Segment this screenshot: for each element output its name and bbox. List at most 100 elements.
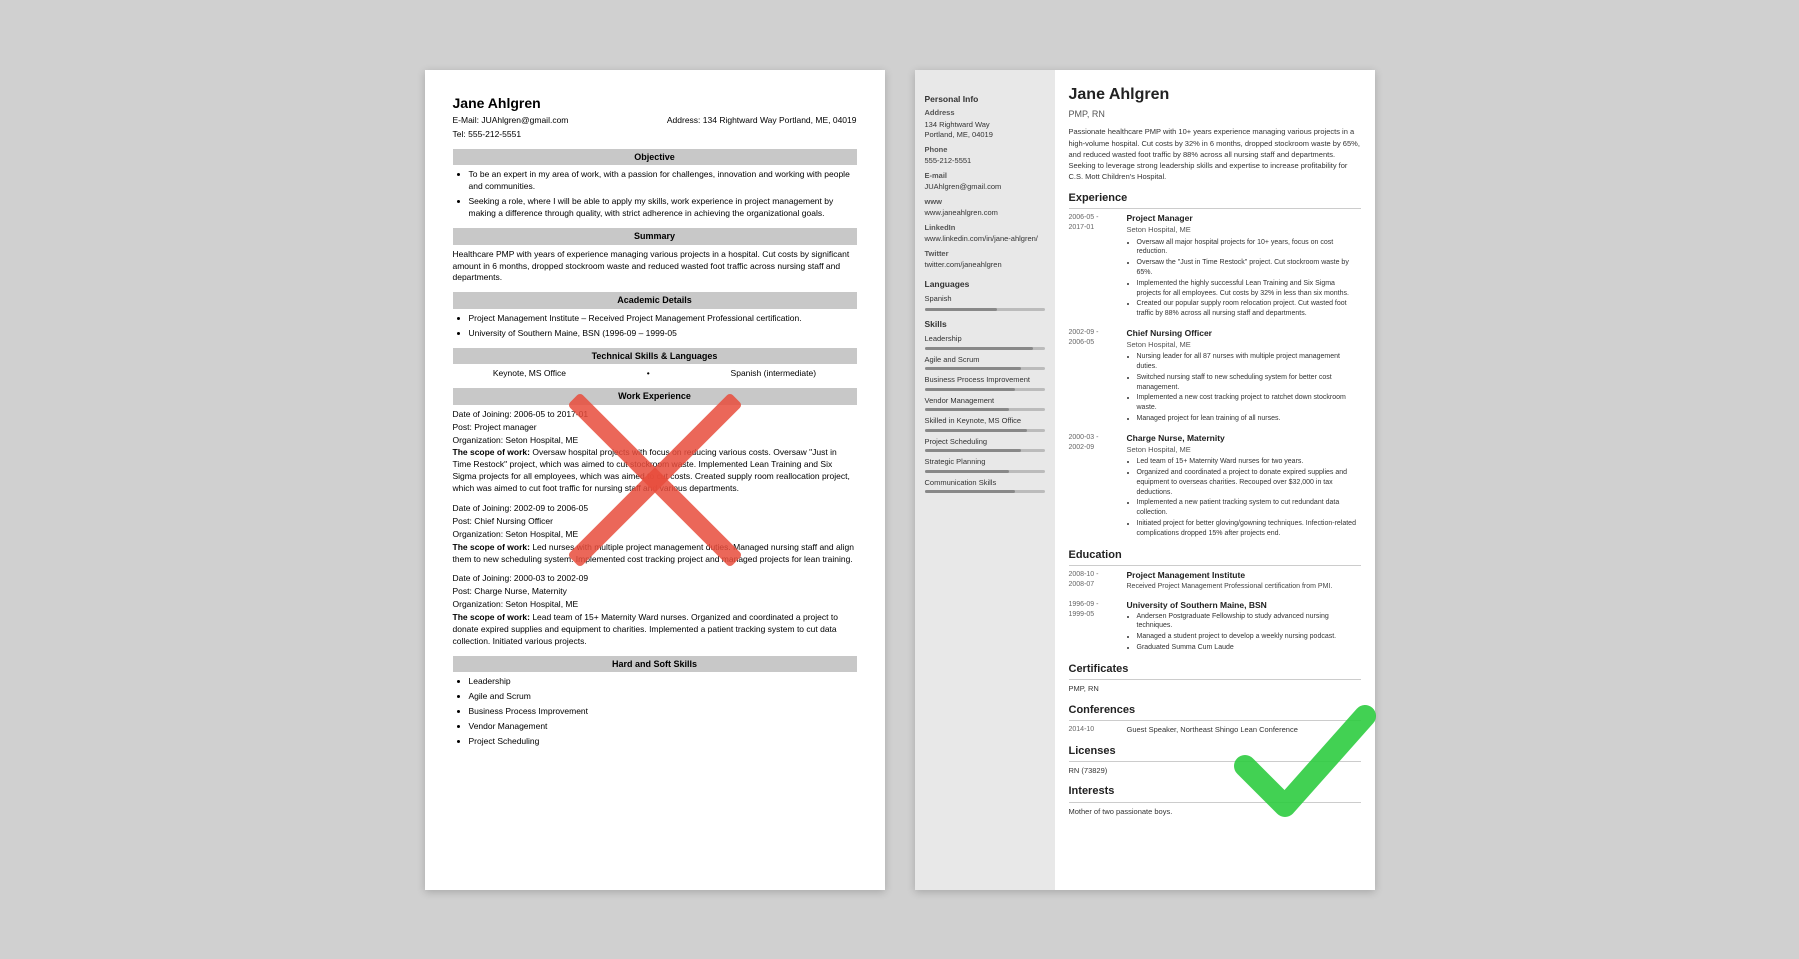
address-label: Address xyxy=(925,108,1045,119)
sidebar-language: Spanish xyxy=(925,294,1045,305)
language-bar-bg xyxy=(925,308,1045,311)
interests-value: Mother of two passionate boys. xyxy=(1069,807,1361,818)
left-skills-left: Keynote, MS Office xyxy=(493,368,566,380)
edu-body: University of Southern Maine, BSN Anders… xyxy=(1127,600,1361,654)
left-job-2: Date of Joining: 2002-09 to 2006-05 Post… xyxy=(453,503,857,565)
language-bar xyxy=(925,308,1045,311)
skill-name: Communication Skills xyxy=(925,478,1045,489)
skill-bar-bg xyxy=(925,449,1045,452)
conferences-title: Conferences xyxy=(1069,703,1361,721)
linkedin-label: LinkedIn xyxy=(925,223,1045,234)
job-post: Post: Charge Nurse, Maternity xyxy=(453,586,857,598)
sidebar-email: JUAhlgren@gmail.com xyxy=(925,182,1045,193)
left-email: E-Mail: JUAhlgren@gmail.com xyxy=(453,115,569,127)
job-org: Organization: Seton Hospital, ME xyxy=(453,435,857,447)
skill-name: Business Process Improvement xyxy=(925,375,1045,386)
job-body: Charge Nurse, Maternity Seton Hospital, … xyxy=(1127,433,1361,540)
edu-school: University of Southern Maine, BSN xyxy=(1127,600,1361,612)
sidebar-phone: 555-212-5551 xyxy=(925,156,1045,167)
skill-name: Project Scheduling xyxy=(925,437,1045,448)
experience-title: Experience xyxy=(1069,191,1361,209)
bullet-item: Oversaw all major hospital projects for … xyxy=(1137,238,1361,258)
right-job-3: 2000-03 - 2002-09 Charge Nurse, Maternit… xyxy=(1069,433,1361,540)
skill-bar-fill xyxy=(925,449,1021,452)
job-dates: 2000-03 - 2002-09 xyxy=(1069,433,1119,540)
job-org: Seton Hospital, ME xyxy=(1127,340,1361,351)
left-job-3: Date of Joining: 2000-03 to 2002-09 Post… xyxy=(453,573,857,647)
right-edu-1: 2008-10 - 2008-07 Project Management Ins… xyxy=(1069,570,1361,592)
left-hardskills-list: Leadership Agile and Scrum Business Proc… xyxy=(453,676,857,747)
left-hardskills-header: Hard and Soft Skills xyxy=(453,656,857,673)
www-label: www xyxy=(925,197,1045,208)
job-date: Date of Joining: 2006-05 to 2017-01 xyxy=(453,409,857,421)
left-summary-header: Summary xyxy=(453,228,857,245)
right-sidebar: Personal Info Address 134 Rightward WayP… xyxy=(915,70,1055,890)
job-org: Seton Hospital, ME xyxy=(1127,225,1361,236)
right-edu-2: 1996-09 - 1999-05 University of Southern… xyxy=(1069,600,1361,654)
skill-bar-bg xyxy=(925,490,1045,493)
bullet-item: Organized and coordinated a project to d… xyxy=(1137,468,1361,497)
conf-text: Guest Speaker, Northeast Shingo Lean Con… xyxy=(1127,725,1298,736)
skill-bar-fill xyxy=(925,429,1027,432)
skill-vendor: Vendor Management xyxy=(925,396,1045,412)
skill-name: Strategic Planning xyxy=(925,457,1045,468)
bullet-item: Graduated Summa Cum Laude xyxy=(1137,643,1361,653)
bullet-item: Switched nursing staff to new scheduling… xyxy=(1137,373,1361,393)
certificates-title: Certificates xyxy=(1069,662,1361,680)
list-item: Business Process Improvement xyxy=(469,706,857,718)
skill-leadership: Leadership xyxy=(925,334,1045,350)
bullet-item: Led team of 15+ Maternity Ward nurses fo… xyxy=(1137,457,1361,467)
left-academic-header: Academic Details xyxy=(453,292,857,309)
left-tel: Tel: 555-212-5551 xyxy=(453,129,857,141)
left-job-1: Date of Joining: 2006-05 to 2017-01 Post… xyxy=(453,409,857,495)
job-date: Date of Joining: 2002-09 to 2006-05 xyxy=(453,503,857,515)
skills-title: Skills xyxy=(925,319,1045,331)
sidebar-linkedin: www.linkedin.com/in/jane-ahlgren/ xyxy=(925,234,1045,245)
job-scope: The scope of work: Lead team of 15+ Mate… xyxy=(453,612,857,648)
job-scope: The scope of work: Oversaw hospital proj… xyxy=(453,447,857,495)
languages-title: Languages xyxy=(925,279,1045,291)
skill-name: Leadership xyxy=(925,334,1045,345)
skill-bar-bg xyxy=(925,408,1045,411)
personal-info-title: Personal Info xyxy=(925,94,1045,106)
right-name: Jane Ahlgren xyxy=(1069,84,1361,106)
bullet-item: Nursing leader for all 87 nurses with mu… xyxy=(1137,352,1361,372)
list-item: Project Scheduling xyxy=(469,736,857,748)
sidebar-www: www.janeahlgren.com xyxy=(925,208,1045,219)
skill-name: Vendor Management xyxy=(925,396,1045,407)
left-academic-list: Project Management Institute – Received … xyxy=(453,313,857,340)
job-post: Post: Project manager xyxy=(453,422,857,434)
bullet-item: Created our popular supply room relocati… xyxy=(1137,299,1361,319)
list-item: Seeking a role, where I will be able to … xyxy=(469,196,857,220)
job-scope: The scope of work: Led nurses with multi… xyxy=(453,542,857,566)
edu-body: Project Management Institute Received Pr… xyxy=(1127,570,1333,592)
skill-scheduling: Project Scheduling xyxy=(925,437,1045,453)
job-dates: 2006-05 - 2017-01 xyxy=(1069,213,1119,320)
skill-keynote: Skilled in Keynote, MS Office xyxy=(925,416,1045,432)
right-summary: Passionate healthcare PMP with 10+ years… xyxy=(1069,126,1361,182)
license-value: RN (73829) xyxy=(1069,766,1361,777)
job-org: Organization: Seton Hospital, ME xyxy=(453,529,857,541)
bullet-item: Implemented the highly successful Lean T… xyxy=(1137,279,1361,299)
phone-label: Phone xyxy=(925,145,1045,156)
job-body: Project Manager Seton Hospital, ME Overs… xyxy=(1127,213,1361,320)
skill-bar-bg xyxy=(925,347,1045,350)
certificates-value: PMP, RN xyxy=(1069,684,1361,695)
edu-dates: 2008-10 - 2008-07 xyxy=(1069,570,1119,592)
conference-entry: 2014-10 Guest Speaker, Northeast Shingo … xyxy=(1069,725,1361,736)
skill-bar-fill xyxy=(925,490,1015,493)
language-bar-fill xyxy=(925,308,997,311)
right-job-1: 2006-05 - 2017-01 Project Manager Seton … xyxy=(1069,213,1361,320)
skill-bar-fill xyxy=(925,347,1033,350)
sidebar-twitter: twitter.com/janeahlgren xyxy=(925,260,1045,271)
left-skills-header: Technical Skills & Languages xyxy=(453,348,857,365)
skill-bar-bg xyxy=(925,470,1045,473)
education-title: Education xyxy=(1069,548,1361,566)
bullet-item: Andersen Postgraduate Fellowship to stud… xyxy=(1137,612,1361,632)
job-bullets: Led team of 15+ Maternity Ward nurses fo… xyxy=(1127,457,1361,538)
email-label: E-mail xyxy=(925,171,1045,182)
bullet-item: Initiated project for better gloving/gow… xyxy=(1137,519,1361,539)
left-resume: Jane Ahlgren E-Mail: JUAhlgren@gmail.com… xyxy=(425,70,885,890)
skill-bar-fill xyxy=(925,408,1009,411)
list-item: To be an expert in my area of work, with… xyxy=(469,169,857,193)
